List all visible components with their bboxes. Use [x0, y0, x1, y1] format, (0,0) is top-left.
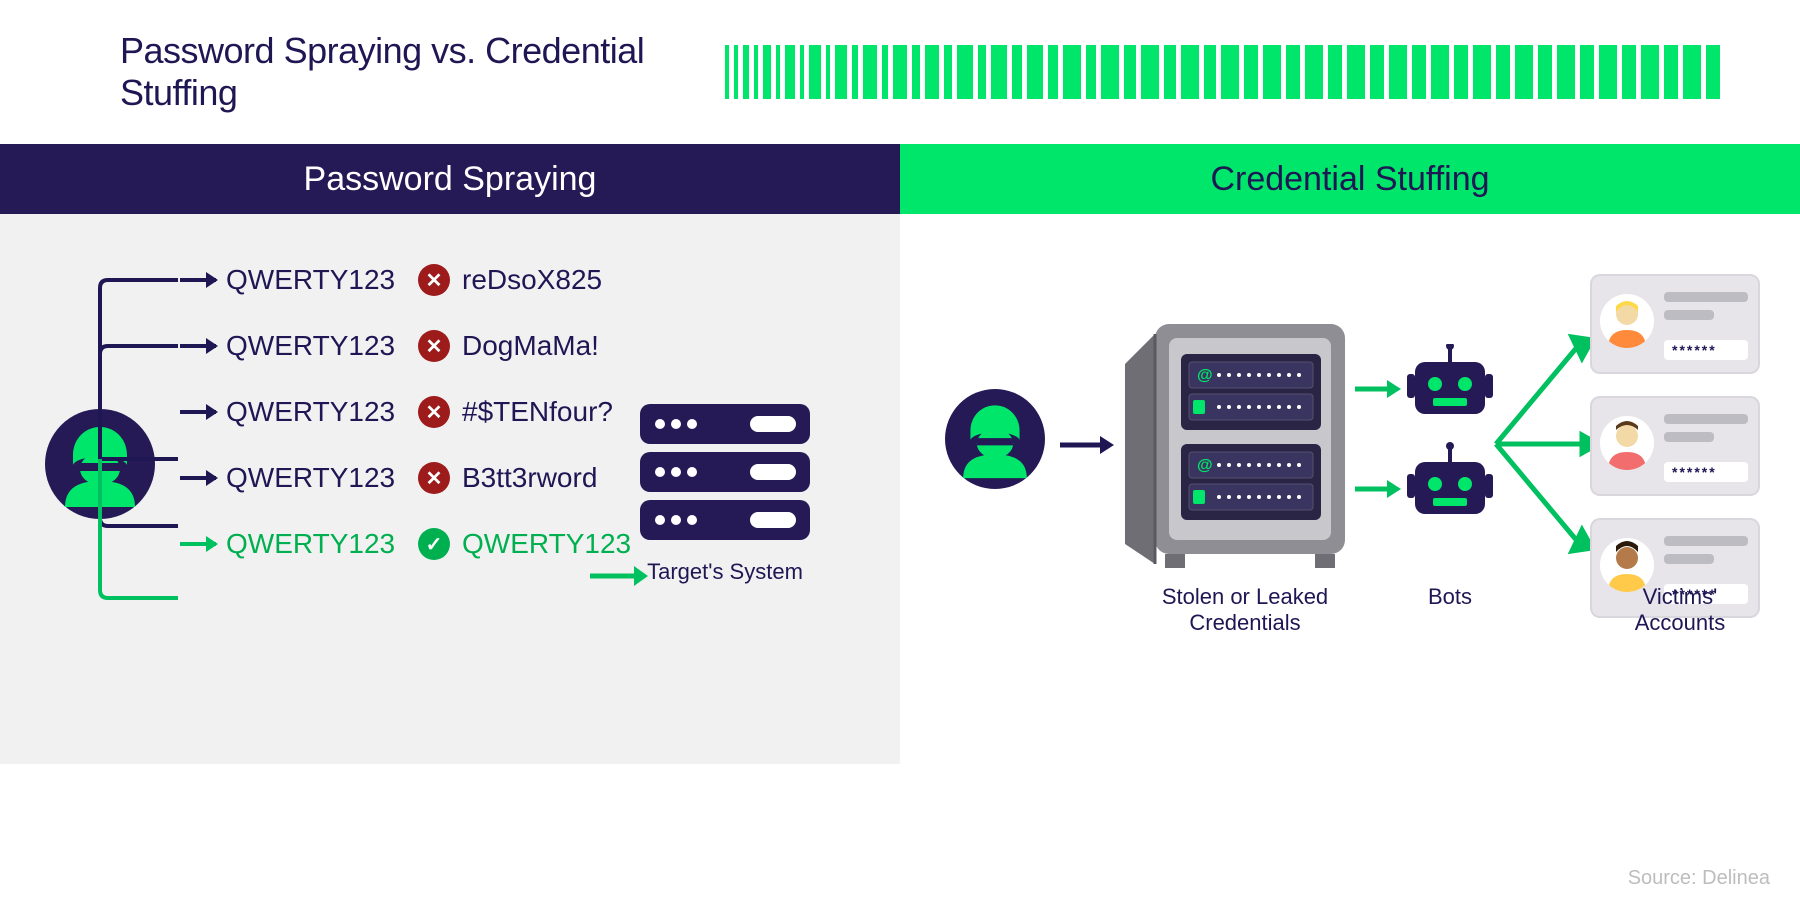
actual-password: DogMaMa! [462, 330, 599, 362]
bots-label: Bots [1400, 584, 1500, 610]
guess-password: QWERTY123 [226, 330, 406, 362]
attempt-row: QWERTY123 ✕ B3tt3rword [180, 462, 631, 494]
actual-password: B3tt3rword [462, 462, 597, 494]
panel-password-spraying: Password Spraying QWERTY123 [0, 144, 900, 764]
check-icon: ✓ [418, 528, 450, 560]
attempt-row: QWERTY123 ✕ DogMaMa! [180, 330, 631, 362]
guess-password: QWERTY123 [226, 264, 406, 296]
svg-text:@: @ [1197, 367, 1213, 384]
password-mask: ****** [1664, 462, 1748, 482]
title-area: Password Spraying vs. Credential Stuffin… [0, 0, 1800, 144]
avatar-icon [1600, 294, 1654, 348]
arrow-icon [1060, 435, 1116, 460]
arrow-icon [180, 476, 216, 480]
connector-lines [98, 274, 188, 644]
safe-label: Stolen or Leaked Credentials [1135, 584, 1355, 636]
attempt-row: QWERTY123 ✕ #$TENfour? [180, 396, 631, 428]
safe-icon: @ @ [1115, 314, 1355, 579]
cs-body: @ @ [900, 214, 1800, 764]
guess-password: QWERTY123 [226, 462, 406, 494]
hacker-icon [945, 389, 1045, 494]
header-credential-stuffing: Credential Stuffing [900, 144, 1800, 214]
x-icon: ✕ [418, 396, 450, 428]
avatar-icon [1600, 416, 1654, 470]
arrow-icon [1355, 379, 1403, 404]
arrow-icon [1355, 479, 1403, 504]
server-stack: Target's System [640, 404, 810, 585]
attempt-row: QWERTY123 ✓ QWERTY123 [180, 528, 631, 560]
header-password-spraying: Password Spraying [0, 144, 900, 214]
guess-password: QWERTY123 [226, 528, 406, 560]
source-attribution: Source: Delinea [1628, 867, 1770, 890]
victim-card: ****** [1590, 396, 1760, 496]
arrow-icon [180, 344, 216, 348]
actual-password: #$TENfour? [462, 396, 613, 428]
guess-password: QWERTY123 [226, 396, 406, 428]
ps-body: QWERTY123✕reDsoX825QWERTY123✕DogMaMa!QWE… [0, 214, 900, 764]
svg-text:@: @ [1197, 457, 1213, 474]
fanout-arrows-icon [1490, 324, 1600, 569]
barcode-decoration [725, 45, 1720, 99]
actual-password: QWERTY123 [462, 528, 631, 560]
server-icon [640, 404, 810, 544]
panel-credential-stuffing: Credential Stuffing [900, 144, 1800, 764]
arrow-icon [180, 542, 216, 546]
target-system-label: Target's System [640, 559, 810, 585]
main-title: Password Spraying vs. Credential Stuffin… [120, 30, 725, 114]
x-icon: ✕ [418, 264, 450, 296]
attempt-row: QWERTY123 ✕ reDsoX825 [180, 264, 631, 296]
attempt-rows: QWERTY123✕reDsoX825QWERTY123✕DogMaMa!QWE… [180, 264, 631, 594]
panels: Password Spraying QWERTY123 [0, 144, 1800, 764]
actual-password: reDsoX825 [462, 264, 602, 296]
victim-card: ****** [1590, 274, 1760, 374]
x-icon: ✕ [418, 330, 450, 362]
bots-icon [1405, 344, 1495, 539]
x-icon: ✕ [418, 462, 450, 494]
arrow-icon [180, 278, 216, 282]
arrow-icon [180, 410, 216, 414]
victims-label: Victims' Accounts [1600, 584, 1760, 636]
password-mask: ****** [1664, 340, 1748, 360]
